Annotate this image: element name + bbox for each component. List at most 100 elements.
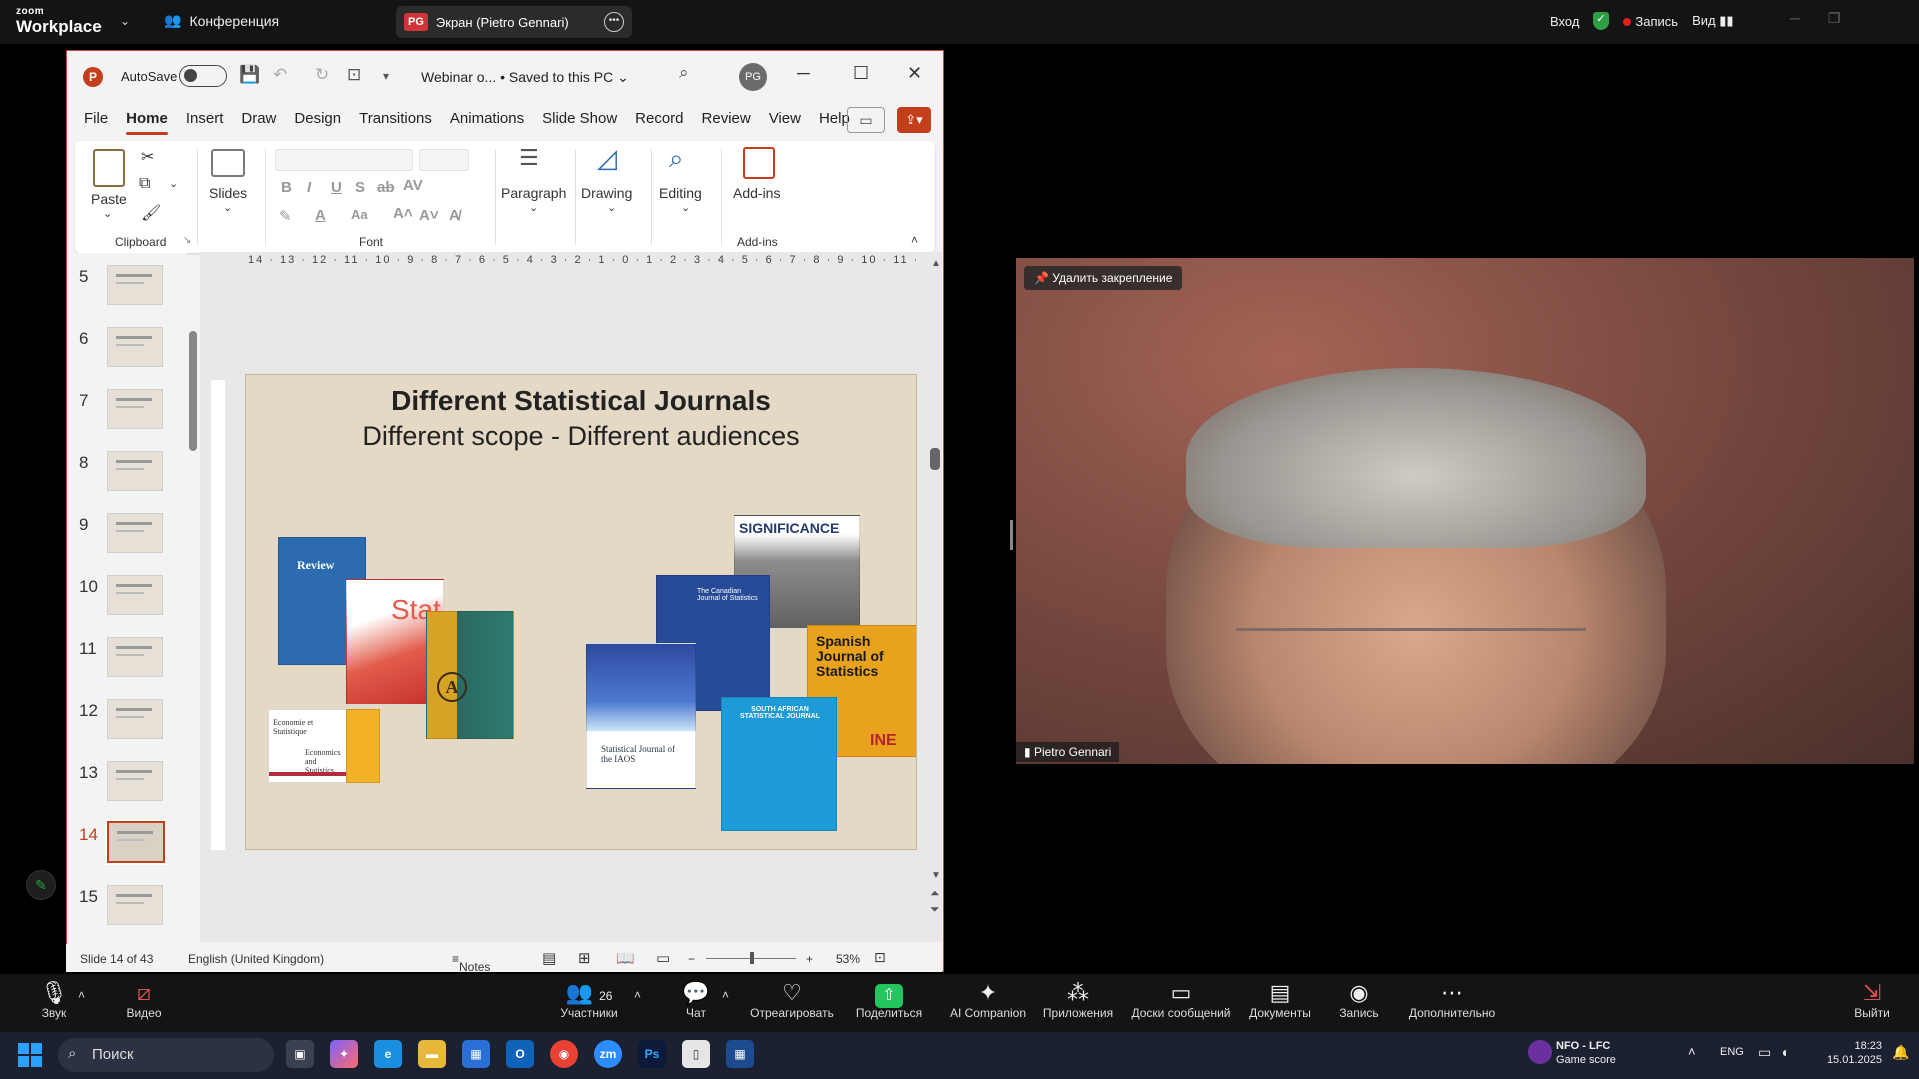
tab-file[interactable]: File <box>75 101 117 137</box>
record-button[interactable]: ◉ Запись <box>1336 980 1382 1020</box>
tab-transitions[interactable]: Transitions <box>350 101 441 137</box>
format-painter-icon[interactable]: 🖌 <box>141 203 161 223</box>
outlook-icon[interactable]: O <box>506 1040 534 1068</box>
whiteboards-button[interactable]: ▭ Доски сообщений <box>1126 980 1236 1020</box>
minimize-icon[interactable]: ─ <box>1790 10 1800 27</box>
slide-thumbnail[interactable] <box>107 389 163 429</box>
notes-button[interactable]: ≡ Notes <box>452 952 490 974</box>
show-hidden-icons[interactable]: ˄ <box>1688 1044 1696 1059</box>
slide-thumbnail-selected[interactable] <box>105 819 167 865</box>
volume-icon[interactable]: ◖ <box>1780 1044 1788 1060</box>
slideshow-icon[interactable]: ▭ <box>656 949 670 967</box>
shadow-icon[interactable]: S <box>355 179 365 196</box>
ai-companion-button[interactable]: ✦ AI Companion <box>944 980 1032 1020</box>
language-indicator[interactable]: English (United Kingdom) <box>188 952 324 966</box>
bold-icon[interactable]: B <box>281 179 292 196</box>
chevron-down-icon[interactable]: ⌄ <box>223 201 232 214</box>
calculator-app-icon[interactable]: ▦ <box>726 1040 754 1068</box>
paste-icon[interactable] <box>93 149 125 187</box>
slide-sorter-icon[interactable]: ⊞ <box>578 949 591 967</box>
avatar[interactable]: PG <box>739 63 767 91</box>
redo-icon[interactable]: ↻ <box>315 65 329 85</box>
screen-share-indicator[interactable]: PG Экран (Pietro Gennari) ••• <box>396 6 632 38</box>
addins-button-label[interactable]: Add-ins <box>733 185 780 201</box>
undo-icon[interactable]: ↶ <box>273 65 287 85</box>
more-icon[interactable]: ••• <box>604 12 624 32</box>
splitter-handle[interactable] <box>1010 520 1013 550</box>
maximize-icon[interactable]: ☐ <box>853 63 869 84</box>
drawing-label[interactable]: Drawing <box>581 185 632 201</box>
shapes-icon[interactable]: ◿ <box>597 143 617 174</box>
leave-button[interactable]: ⇲ Выйти <box>1852 980 1892 1020</box>
slide-thumbnail[interactable] <box>107 575 163 615</box>
tab-view[interactable]: View <box>760 101 810 137</box>
clock-date[interactable]: 15.01.2025 <box>1802 1054 1882 1066</box>
recording-indicator[interactable]: Запись <box>1623 14 1678 29</box>
addins-icon[interactable] <box>743 147 775 179</box>
slide-thumbnail[interactable] <box>107 513 163 553</box>
zoom-out-icon[interactable]: − <box>688 952 695 966</box>
language-indicator[interactable]: ENG <box>1720 1046 1744 1058</box>
edge-icon[interactable]: e <box>374 1040 402 1068</box>
new-slide-icon[interactable] <box>211 149 245 177</box>
font-size-select[interactable] <box>419 149 469 171</box>
comments-button[interactable]: ▭ <box>847 107 885 133</box>
maximize-icon[interactable]: ❐ <box>1828 10 1841 27</box>
tab-design[interactable]: Design <box>285 101 350 137</box>
tab-slide-show[interactable]: Slide Show <box>533 101 626 137</box>
chevron-down-icon[interactable]: ⌄ <box>169 177 178 190</box>
search-icon[interactable]: ⌕ <box>679 63 689 83</box>
documents-button[interactable]: ▤ Документы <box>1244 980 1316 1020</box>
clear-format-icon[interactable]: A̸ <box>449 207 460 224</box>
slide-thumbnail[interactable] <box>107 761 163 801</box>
thumbnail-scrollbar[interactable] <box>189 331 197 451</box>
paste-label[interactable]: Paste <box>91 191 127 207</box>
copilot-icon[interactable]: ✦ <box>330 1040 358 1068</box>
video-button[interactable]: ⧄ Видео <box>124 980 164 1020</box>
chevron-down-icon[interactable]: ⌄ <box>120 14 130 28</box>
slide-title[interactable]: Different Statistical Journals <box>246 385 916 417</box>
task-view-icon[interactable]: ▣ <box>286 1040 314 1068</box>
unpin-button[interactable]: 📌 Удалить закрепление <box>1024 266 1183 290</box>
slide-thumbnail[interactable] <box>107 451 163 491</box>
zoom-slider-thumb[interactable] <box>750 952 754 964</box>
apps-button[interactable]: ⁂ Приложения <box>1038 980 1118 1020</box>
present-icon[interactable]: ⊡ <box>347 65 361 85</box>
slides-label[interactable]: Slides <box>209 185 247 201</box>
share-button[interactable]: ⇪▾ <box>897 107 931 133</box>
find-icon[interactable]: ⌕ <box>669 143 684 175</box>
collapse-ribbon-icon[interactable]: ˄ <box>911 233 918 247</box>
font-color-icon[interactable]: A <box>315 207 326 224</box>
highlight-icon[interactable]: ✎ <box>279 207 292 225</box>
share-screen-button[interactable]: ⇧ Поделиться <box>852 980 926 1020</box>
document-title[interactable]: Webinar o... • Saved to this PC ⌄ <box>421 69 629 86</box>
conference-button[interactable]: 👥 Конференция <box>164 12 279 29</box>
change-case-icon[interactable]: Aa <box>351 207 368 222</box>
slide-thumbnail[interactable] <box>107 265 163 305</box>
chevron-down-icon[interactable]: ⌄ <box>103 207 112 220</box>
photoshop-icon[interactable]: Ps <box>638 1040 666 1068</box>
paragraph-icon[interactable]: ☰ <box>519 145 539 171</box>
signin-button[interactable]: Вход <box>1550 14 1579 29</box>
more-button[interactable]: ⋯ Дополнительно <box>1404 980 1500 1020</box>
save-icon[interactable]: 💾 <box>239 65 260 85</box>
slide-canvas[interactable]: Different Statistical Journals Different… <box>245 374 917 850</box>
editing-label[interactable]: Editing <box>659 185 702 201</box>
chat-options-icon[interactable]: ˄ <box>722 988 729 1002</box>
network-icon[interactable]: ▭ <box>1758 1044 1771 1061</box>
tab-insert[interactable]: Insert <box>177 101 233 137</box>
file-explorer-icon[interactable]: ▬ <box>418 1040 446 1068</box>
news-title[interactable]: NFO - LFC <box>1556 1040 1656 1052</box>
slide-thumbnail[interactable] <box>107 885 163 925</box>
notification-bell-icon[interactable]: 🔔 <box>1892 1044 1909 1061</box>
tab-record[interactable]: Record <box>626 101 692 137</box>
participants-options-icon[interactable]: ˄ <box>634 988 641 1002</box>
chevron-down-icon[interactable]: ⌄ <box>529 201 538 214</box>
next-slide-icon[interactable]: ⏷ <box>930 902 940 917</box>
windows-start-icon[interactable] <box>18 1043 42 1067</box>
audio-button[interactable]: 🎙 Звук <box>34 980 74 1020</box>
scroll-down-icon[interactable]: ▼ <box>931 870 941 881</box>
slide-scrollbar-thumb[interactable] <box>930 448 940 470</box>
slide-subtitle[interactable]: Different scope - Different audiences <box>246 421 916 452</box>
italic-icon[interactable]: I <box>307 179 311 196</box>
